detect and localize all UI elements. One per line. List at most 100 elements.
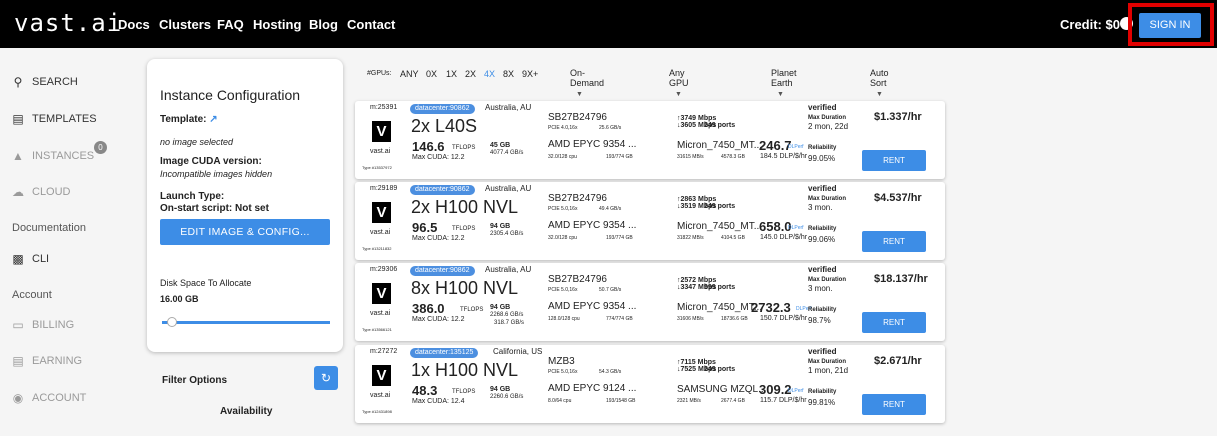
dropdown-value: On-Demand [570,68,605,88]
refresh-button[interactable]: ↻ [314,366,338,390]
sidebar-item-label: EARNING [32,355,83,367]
datacenter-badge[interactable]: datacenter:90862 [410,104,475,114]
edit-image-config-button[interactable]: EDIT IMAGE & CONFIG... [160,219,330,245]
earning-icon: ▤ [12,354,24,368]
nav-contact[interactable]: Contact [347,17,395,32]
region-dropdown[interactable]: Planet Earth ▼ [771,68,797,98]
sidebar-item-account[interactable]: ◉ ACCOUNT [12,391,87,405]
dropdown-value: Any GPU [669,68,689,88]
sidebar-item-search[interactable]: ⚲ SEARCH [12,75,78,89]
chevron-down-icon: ▼ [576,91,583,98]
top-navbar: vast.ai Docs Clusters FAQ Hosting Blog C… [0,0,1217,48]
dlperf-per-dollar: 115.7 DLP/$/hr [760,397,807,404]
template-label-text: Template: [160,114,207,125]
sidebar [0,48,120,436]
dlperf-per-dollar: 184.5 DLP/$/hr [760,153,808,160]
gpu-option-1x[interactable]: 1X [446,69,457,79]
sidebar-item-instances[interactable]: ▲ INSTANCES [12,149,94,163]
gpu-option-8x[interactable]: 8X [503,69,514,79]
gpu-option-2x[interactable]: 2X [465,69,476,79]
launch-type-label: Launch Type: [160,191,225,202]
sidebar-item-cloud[interactable]: ☁ CLOUD [12,185,71,199]
verified-label: verified [808,103,837,112]
billing-icon: ▭ [12,318,24,332]
ram: 193/1548 GB [606,398,636,404]
gpu-option-4x[interactable]: 4X [484,69,495,79]
rent-button[interactable]: RENT [862,231,926,252]
account-icon: ◉ [12,391,24,405]
nav-faq[interactable]: FAQ [217,17,244,32]
vast-ai-logo[interactable]: vast.ai [14,9,122,37]
disk-slider-handle[interactable] [167,317,178,327]
max-duration: 3 mon. [808,203,833,212]
max-cuda: Max CUDA: 12.2 [412,154,465,161]
vram-bandwidth: 2305.4 GB/s [490,231,524,237]
gpu-option-0x[interactable]: 0X [426,69,437,79]
sign-in-button[interactable]: SIGN IN [1139,13,1201,38]
cuda-note: Incompatible images hidden [160,169,273,179]
tflops-value: 96.5 [412,220,438,235]
nav-clusters[interactable]: Clusters [159,17,211,32]
disk-bandwidth: 31615 MB/s [677,154,704,160]
disk-bandwidth: 2321 MB/s [677,398,701,404]
templates-icon: ▤ [12,112,24,126]
sidebar-item-cli[interactable]: ▩ CLI [12,252,49,266]
disk-name: Micron_7450_MT... [677,302,763,313]
cpu-cores: 32.0/128 cpu [548,235,577,241]
reliability-value: 99.05% [808,154,836,163]
dlperf-unit: DLPerf [788,225,804,231]
disk-size: 4104.5 GB [721,235,745,241]
datacenter-badge[interactable]: datacenter:90862 [410,266,475,276]
chevron-down-icon: ▼ [777,91,784,98]
instances-count-badge: 0 [94,141,107,154]
tflops-value: 386.0 [412,301,445,316]
nav-hosting[interactable]: Hosting [253,17,301,32]
dlperf-per-dollar: 145.0 DLP/$/hr [760,234,808,241]
refresh-icon: ↻ [320,371,332,385]
vram-bandwidth: 2260.6 GB/s [490,394,524,400]
dlperf-per-dollar: 150.7 DLP/$/hr [760,315,808,322]
gpu-option-any[interactable]: ANY [400,69,419,79]
pcie-bandwidth: 25.6 GB/s [599,125,622,131]
sidebar-item-earning[interactable]: ▤ EARNING [12,354,82,368]
vram: 45 GB [490,142,511,149]
reliability-value: 99.81% [808,398,836,407]
max-cuda: Max CUDA: 12.2 [412,235,465,242]
datacenter-badge[interactable]: datacenter:90862 [410,185,475,195]
gpu-name: 1x H100 NVL [411,360,519,380]
upload-speed: ↑2863 Mbps [677,196,717,203]
cpu-name: AMD EPYC 9124 ... [548,383,637,394]
rent-button[interactable]: RENT [862,312,926,333]
cloud-icon: ☁ [12,185,24,199]
sidebar-item-templates[interactable]: ▤ TEMPLATES [12,112,97,126]
rent-button[interactable]: RENT [862,394,926,415]
vast-logo-icon: V [372,202,391,223]
rent-button[interactable]: RENT [862,150,926,171]
disk-name: Micron_7450_MT... [677,140,763,151]
verified-label: verified [808,347,837,356]
disk-size: 18736.6 GB [721,316,748,322]
vram-bandwidth: 2268.6 GB/s [490,312,524,318]
location: Australia, AU [485,184,532,193]
disk-slider-track[interactable] [162,321,330,324]
max-cuda: Max CUDA: 12.2 [412,316,465,323]
nav-docs[interactable]: Docs [118,17,150,32]
pcie-bandwidth: 49.4 GB/s [599,206,622,212]
chevron-down-icon: ▼ [675,91,682,98]
sidebar-item-billing[interactable]: ▭ BILLING [12,318,74,332]
ram: 193/774 GB [606,235,633,241]
max-duration-label: Max Duration [808,277,847,283]
gpu-type-dropdown[interactable]: Any GPU ▼ [669,68,689,98]
gpu-option-9x-plus[interactable]: 9X+ [522,69,538,79]
host-name: vast.ai [370,148,391,155]
rental-type-dropdown[interactable]: On-Demand ▼ [570,68,604,98]
datacenter-badge[interactable]: datacenter:135125 [410,348,479,358]
motherboard: SB27B24796 [548,112,607,123]
sidebar-item-label: INSTANCES [32,150,95,162]
tflops-unit: TFLOPS [452,226,476,232]
section-documentation: Documentation [12,222,86,234]
sort-dropdown[interactable]: Auto Sort ▼ [870,68,889,98]
sidebar-item-label: TEMPLATES [32,113,97,125]
nav-blog[interactable]: Blog [309,17,338,32]
external-link-icon[interactable]: ↗ [209,114,217,125]
